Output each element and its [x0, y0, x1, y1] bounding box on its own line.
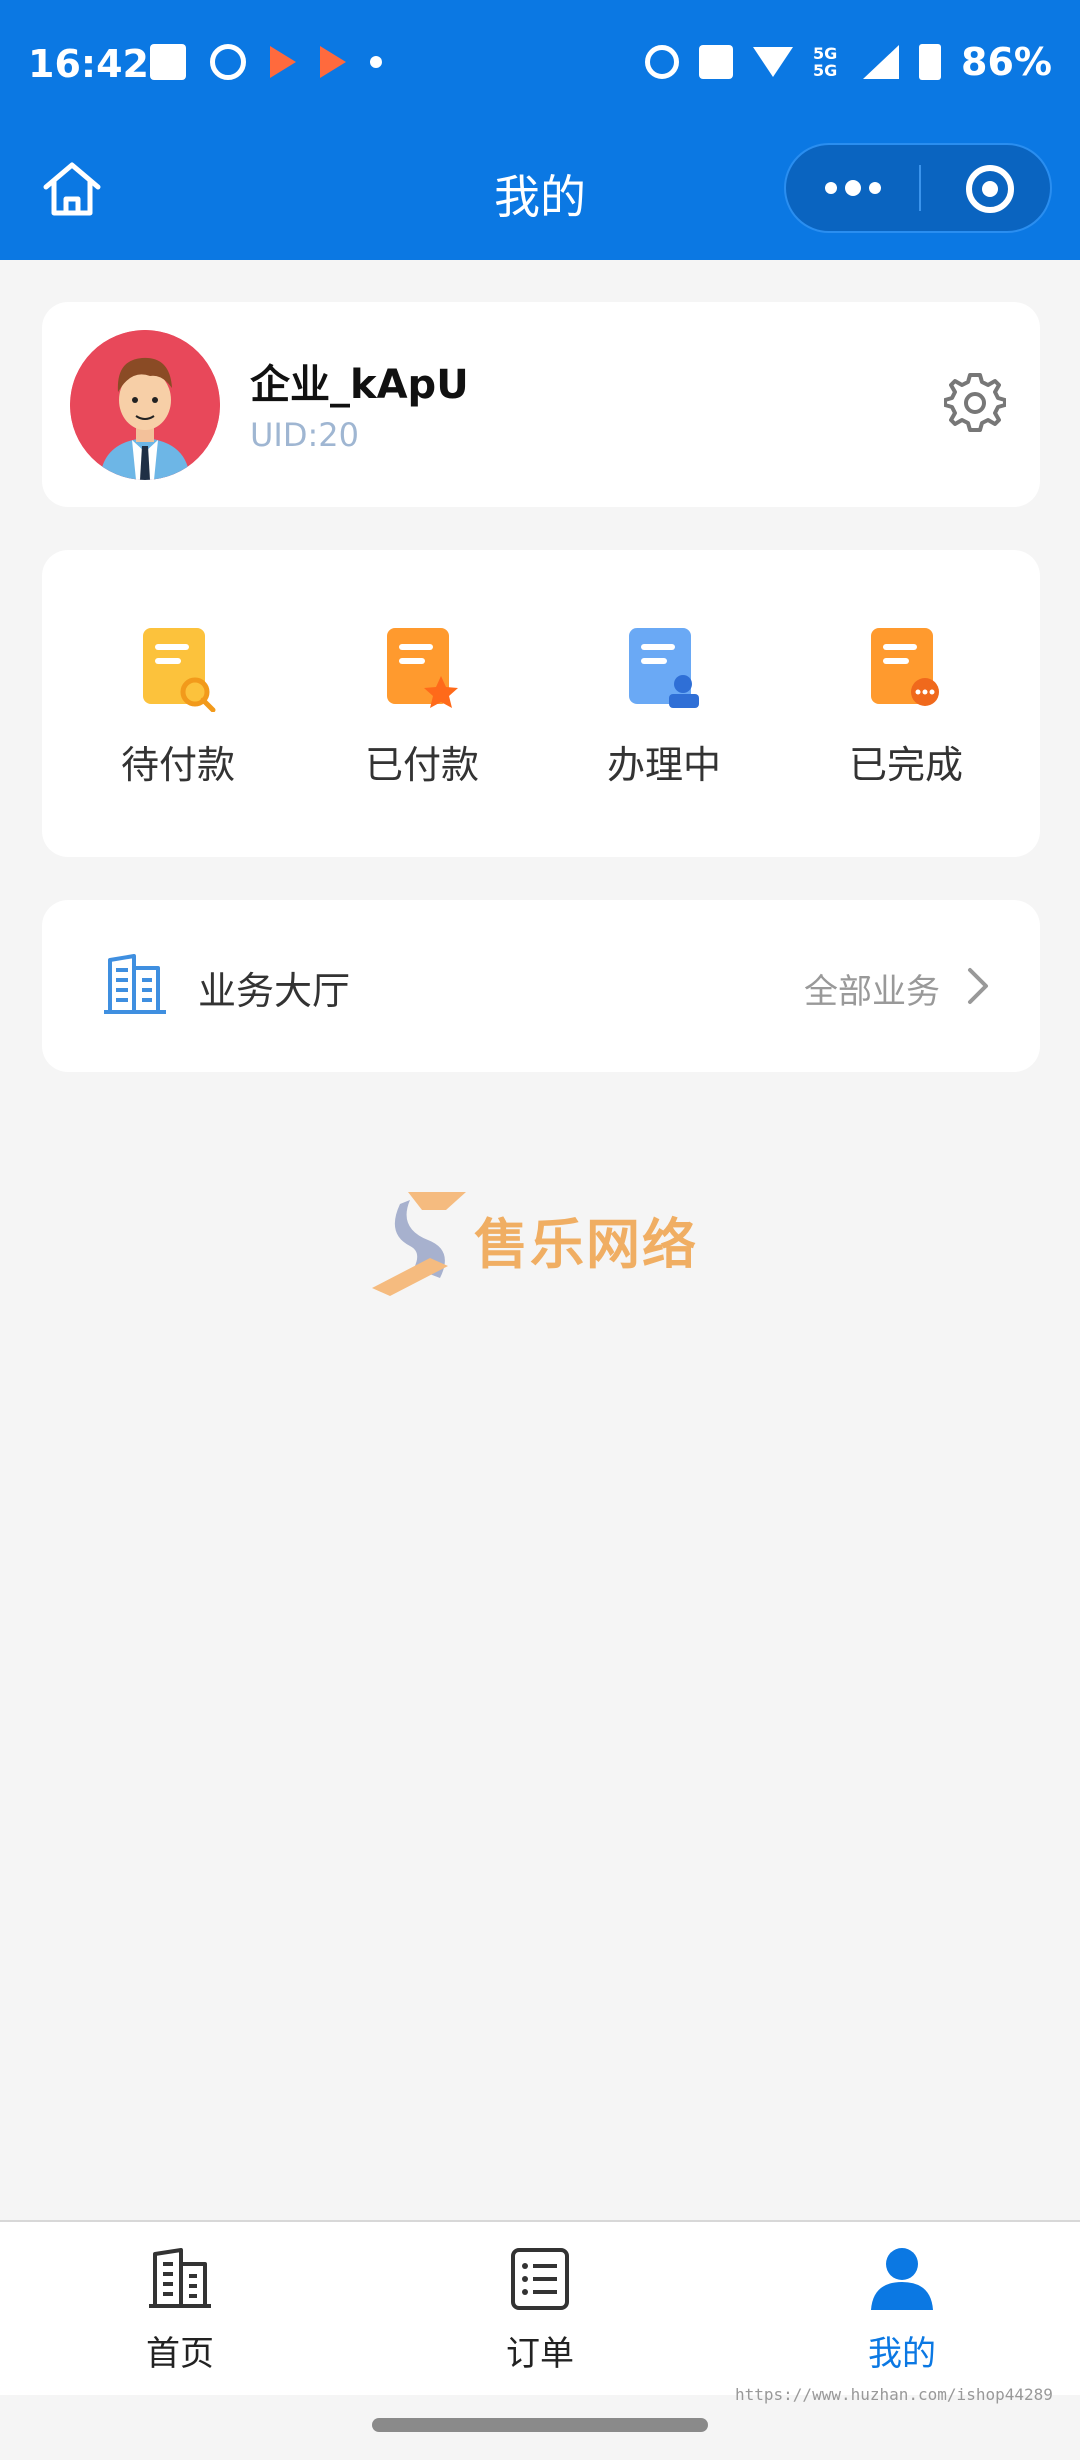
gear-icon	[943, 373, 1007, 432]
tab-label: 订单	[506, 2334, 574, 2374]
mini-program-capsule	[784, 143, 1052, 233]
order-paid[interactable]: 已付款	[302, 626, 542, 789]
avatar[interactable]	[70, 330, 220, 480]
building-icon	[102, 952, 168, 1018]
video-app-icon	[270, 46, 296, 78]
wifi-icon	[753, 47, 794, 77]
watermark-logo: 售乐网络	[370, 1180, 710, 1300]
user-icon	[867, 2246, 937, 2312]
profile-card[interactable]: 企业_kApU UID:20	[42, 302, 1040, 507]
order-label: 已完成	[848, 743, 963, 787]
order-label: 待付款	[120, 743, 235, 787]
tab-label: 我的	[868, 2334, 936, 2374]
paid-icon	[383, 626, 461, 712]
battery-percent: 86%	[961, 40, 1052, 84]
order-status-card: 待付款 已付款 办理中 已完成	[42, 550, 1040, 857]
avatar-illustration	[70, 330, 220, 480]
nfc-icon	[699, 45, 734, 79]
order-pending-payment[interactable]: 待付款	[58, 626, 298, 789]
alarm-icon	[645, 45, 680, 79]
order-label: 已付款	[364, 743, 479, 787]
tab-bar: 首页 订单 我的	[0, 2220, 1080, 2395]
status-bar: 16:42 5G 5G 86%	[0, 0, 1080, 135]
capsule-divider	[919, 165, 921, 211]
dot	[824, 182, 837, 194]
note-icon	[150, 44, 186, 80]
profile-name: 企业_kApU	[250, 362, 469, 408]
more-button[interactable]	[786, 145, 919, 231]
pending-payment-icon	[139, 626, 217, 713]
completed-icon	[867, 626, 945, 712]
logo-mark-icon	[372, 1192, 466, 1296]
tab-home[interactable]: 首页	[80, 2246, 280, 2375]
notification-icons	[150, 44, 382, 80]
order-label: 办理中	[606, 743, 721, 787]
battery-icon	[919, 44, 942, 80]
order-completed[interactable]: 已完成	[786, 626, 1026, 789]
profile-uid: UID:20	[250, 416, 359, 454]
status-time: 16:42	[28, 42, 149, 86]
list-icon	[505, 2246, 575, 2312]
tab-label: 首页	[146, 2334, 214, 2374]
building-icon	[145, 2246, 215, 2312]
system-status: 5G 5G 86%	[645, 40, 1052, 84]
business-hall-card[interactable]: 业务大厅 全部业务	[42, 900, 1040, 1072]
signal-icon	[863, 45, 900, 79]
business-hall-label: 业务大厅	[198, 969, 351, 1013]
navigation-bar: 我的	[0, 135, 1080, 260]
home-indicator[interactable]	[372, 2418, 708, 2432]
video-app-icon	[320, 46, 346, 78]
dot	[844, 180, 861, 196]
source-watermark-url: https://www.huzhan.com/ishop44289	[735, 2385, 1053, 2404]
chevron-right-icon	[960, 966, 996, 1006]
close-mini-program-button[interactable]	[966, 165, 1014, 213]
more-notifications-icon	[370, 56, 382, 68]
dot	[868, 182, 881, 194]
watermark-text: 售乐网络	[474, 1213, 698, 1276]
tab-mine[interactable]: 我的	[802, 2246, 1002, 2375]
app-notification-icon	[210, 44, 246, 80]
all-business-link[interactable]: 全部业务	[804, 964, 940, 1013]
order-processing[interactable]: 办理中	[544, 626, 784, 789]
tab-orders[interactable]: 订单	[440, 2246, 640, 2375]
network-type: 5G 5G	[813, 44, 838, 80]
settings-button[interactable]	[943, 372, 1007, 434]
processing-icon	[625, 626, 703, 712]
